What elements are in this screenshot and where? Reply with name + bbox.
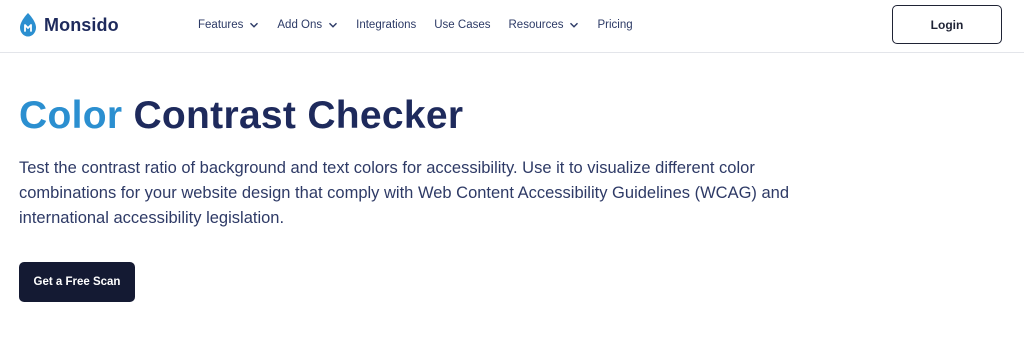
nav-item-label: Add Ons [277,19,323,31]
top-navbar: Monsido Features Add Ons Integrations Us… [0,0,1024,53]
hero-description: Test the contrast ratio of background an… [19,159,790,227]
page-title: Color Contrast Checker [19,92,463,140]
nav-item-use-cases[interactable]: Use Cases [434,19,490,31]
brand-name: Monsido [44,14,119,35]
chevron-down-icon [329,22,338,28]
nav-item-label: Pricing [597,19,633,31]
page-title-rest: Contrast Checker [133,94,464,137]
nav-item-label: Resources [508,19,564,31]
brand-logo[interactable]: Monsido [18,11,119,39]
nav-item-pricing[interactable]: Pricing [597,19,632,31]
login-button[interactable]: Login [892,5,1002,44]
nav-item-label: Use Cases [434,19,491,31]
page-title-accent: Color [19,94,123,137]
nav-item-resources[interactable]: Resources [509,19,580,31]
monsido-logo-icon [20,13,36,37]
nav-item-integrations[interactable]: Integrations [356,19,416,31]
nav-item-features[interactable]: Features [198,19,259,31]
chevron-down-icon [570,22,579,28]
main-nav: Features Add Ons Integrations Use Cases … [198,0,651,50]
nav-item-label: Features [198,19,244,31]
nav-item-label: Integrations [356,19,417,31]
nav-item-add-ons[interactable]: Add Ons [277,19,338,31]
get-free-scan-button[interactable]: Get a Free Scan [19,262,135,302]
chevron-down-icon [250,22,259,28]
